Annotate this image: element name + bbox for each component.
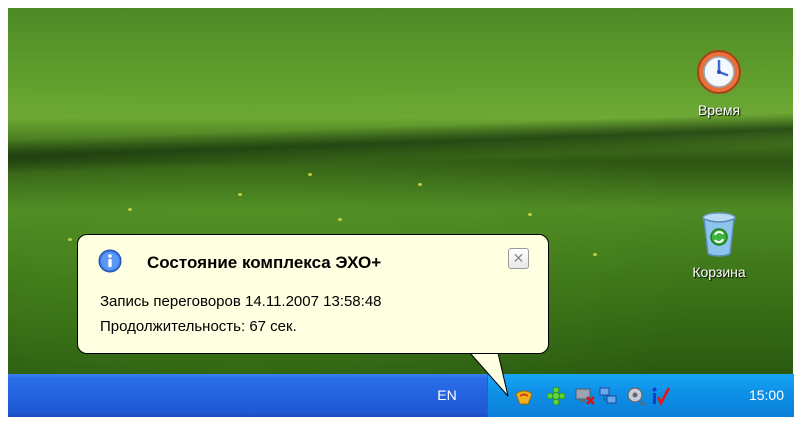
balloon-recording-line: Запись переговоров 14.11.2007 13:58:48 (100, 293, 382, 310)
wallpaper-flower (338, 218, 342, 221)
desktop-icon-recycle-bin[interactable]: Корзина (674, 210, 764, 280)
balloon-title: Состояние комплекса ЭХО+ (147, 253, 382, 272)
audio-tray-icon[interactable] (626, 386, 646, 406)
wallpaper-flower (528, 213, 532, 216)
network-computers-tray-icon[interactable] (598, 386, 618, 406)
close-icon: ✕ (512, 250, 525, 266)
network-disconnected-tray-icon[interactable] (575, 386, 595, 406)
checkmark-i-tray-icon[interactable] (650, 386, 670, 406)
screen: Время Корзина EN 15:00 Состояние комплек… (0, 0, 801, 425)
system-tray: 15:00 (487, 374, 794, 417)
wallpaper-flower (68, 238, 72, 241)
info-icon (98, 249, 122, 273)
wallpaper-flower (308, 173, 312, 176)
language-indicator[interactable]: EN (420, 374, 474, 417)
balloon-tail (469, 352, 509, 397)
clock-icon (697, 50, 741, 94)
wallpaper-flower (128, 208, 132, 211)
green-gear-tray-icon[interactable] (546, 386, 566, 406)
wallpaper-flower (593, 253, 597, 256)
balloon-close-button[interactable]: ✕ (508, 248, 529, 269)
wallpaper-flower (418, 183, 422, 186)
wallpaper-flower (238, 193, 242, 196)
taskbar-clock[interactable]: 15:00 (749, 374, 784, 417)
balloon-duration-line: Продолжительность: 67 сек. (100, 318, 297, 335)
notification-balloon[interactable]: Состояние комплекса ЭХО+ ✕ Запись перего… (77, 234, 549, 354)
desktop-icon-clock[interactable]: Время (674, 48, 764, 118)
desktop-icon-label: Время (697, 102, 741, 118)
recycle-bin-icon (702, 212, 736, 257)
taskbar: EN 15:00 (8, 374, 794, 417)
wallpaper-ridge (8, 112, 793, 174)
desktop-icon-label: Корзина (692, 264, 746, 280)
